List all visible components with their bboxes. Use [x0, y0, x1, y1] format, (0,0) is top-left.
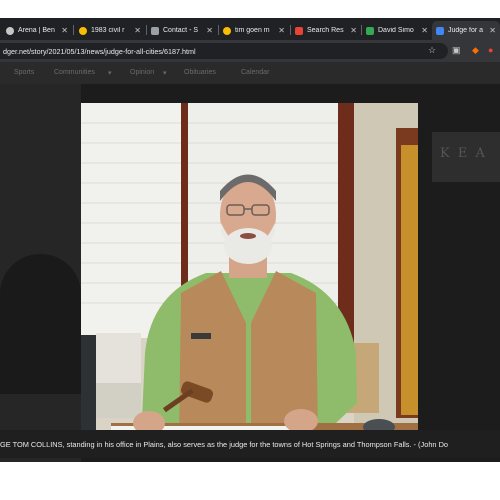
close-icon[interactable]: ✕: [206, 26, 213, 35]
bookmark-star-icon[interactable]: ☆: [428, 45, 436, 56]
browser-window: Arena | Ben ✕ 1983 civil r ✕ Contact - S…: [0, 18, 500, 462]
browser-tab-active[interactable]: Judge for a ✕: [432, 21, 500, 40]
tab-label: tim goen m: [235, 27, 270, 34]
chevron-down-icon: ▾: [163, 70, 167, 77]
page-content: K E A GE TOM COLLINS, standing in his of…: [0, 84, 500, 462]
ad-text: K E A: [440, 146, 487, 161]
browser-tab[interactable]: David Simo ✕: [362, 21, 432, 40]
advertisement[interactable]: K E A: [432, 132, 500, 182]
nav-item-calendar[interactable]: Calendar: [241, 69, 269, 76]
browser-tab[interactable]: 1983 civil r ✕: [75, 21, 145, 40]
url-text: dger.net/story/2021/05/13/news/judge-for…: [3, 46, 196, 56]
nav-item-communities[interactable]: Communities: [54, 69, 95, 76]
address-bar[interactable]: dger.net/story/2021/05/13/news/judge-for…: [0, 43, 448, 59]
tab-label: 1983 civil r: [91, 27, 125, 34]
close-icon[interactable]: ✕: [421, 26, 428, 35]
wordpress-icon: [6, 26, 14, 35]
browser-tab[interactable]: Arena | Ben ✕: [2, 21, 72, 40]
site-icon: [436, 26, 444, 35]
tab-label: David Simo: [378, 27, 414, 34]
tab-strip: Arena | Ben ✕ 1983 civil r ✕ Contact - S…: [0, 18, 500, 40]
browser-tab[interactable]: Search Res ✕: [291, 21, 361, 40]
browser-tab[interactable]: tim goen m ✕: [219, 21, 289, 40]
tab-label: Judge for a: [448, 27, 484, 34]
acrobat-icon: [295, 26, 303, 35]
nav-item-opinion[interactable]: Opinion: [130, 69, 154, 76]
background-article-image: [0, 84, 81, 462]
browser-tab[interactable]: Contact - S ✕: [147, 21, 217, 40]
nav-item-obituaries[interactable]: Obituaries: [184, 69, 216, 76]
caption-text: GE TOM COLLINS, standing in his office i…: [0, 439, 449, 449]
photo-caption: GE TOM COLLINS, standing in his office i…: [0, 430, 500, 458]
google-icon: [79, 26, 87, 35]
close-icon[interactable]: ✕: [61, 26, 68, 35]
close-icon[interactable]: ✕: [350, 26, 357, 35]
brave-icon[interactable]: ◆: [472, 45, 479, 56]
tab-label: Contact - S: [163, 27, 199, 34]
chevron-down-icon: ▾: [108, 70, 112, 77]
lightbox-photo: [81, 103, 418, 442]
extension-icon[interactable]: ▣: [452, 45, 461, 56]
nav-item-sports[interactable]: Sports: [14, 69, 34, 76]
site-nav: Sports Communities ▾ Opinion ▾ Obituarie…: [0, 62, 500, 84]
close-icon[interactable]: ✕: [134, 26, 141, 35]
extension-badge-icon[interactable]: ●: [488, 45, 493, 55]
tab-label: Search Res: [307, 27, 344, 34]
google-sheets-icon: [366, 26, 374, 35]
close-icon[interactable]: ✕: [489, 26, 496, 35]
google-icon: [223, 26, 231, 35]
close-icon[interactable]: ✕: [278, 26, 285, 35]
tab-label: Arena | Ben: [18, 27, 55, 34]
balance-scale-icon: [151, 26, 159, 35]
